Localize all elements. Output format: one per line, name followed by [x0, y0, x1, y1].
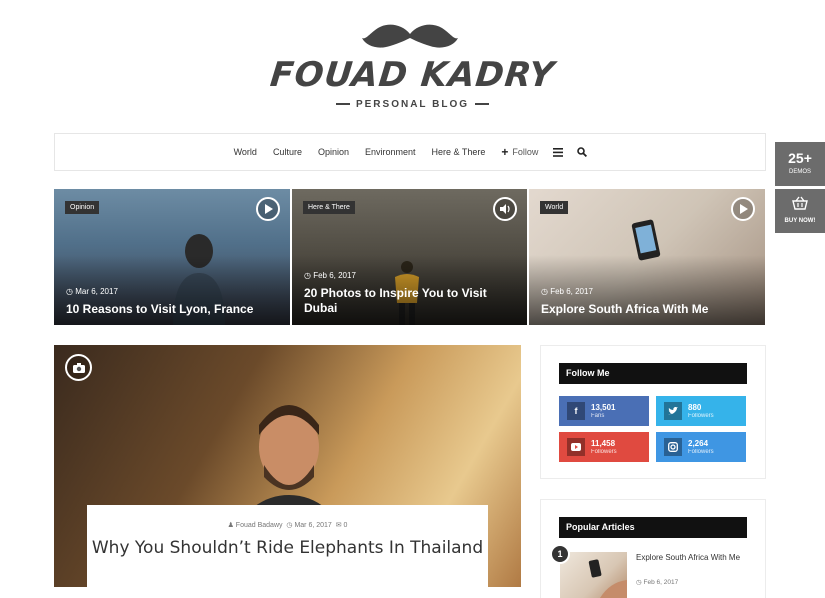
instagram-count: 2,264	[688, 438, 709, 448]
featured-card[interactable]: Opinion ◷ Mar 6, 2017 10 Reasons to Visi…	[54, 189, 290, 325]
widget-title: Follow Me	[559, 363, 747, 384]
nav-item-world[interactable]: World	[234, 147, 257, 157]
post-title[interactable]: Explore South Africa With Me	[541, 302, 753, 317]
demos-count: 25+	[788, 150, 812, 166]
category-tag[interactable]: World	[540, 201, 569, 214]
nav-item-environment[interactable]: Environment	[365, 147, 416, 157]
audio-icon[interactable]	[493, 197, 517, 221]
twitter-label: Followers	[688, 412, 714, 419]
follow-widget: Follow Me f 13,501 Fans 880 Followers 11,4…	[540, 345, 766, 479]
main-article-card[interactable]: ♟ Fouad Badawy ◷ Mar 6, 2017 ✉ 0 Why You…	[54, 345, 521, 587]
post-date: ◷ Mar 6, 2017	[66, 287, 118, 296]
menu-icon[interactable]	[551, 145, 565, 159]
user-icon: ♟	[227, 522, 234, 529]
youtube-button[interactable]: 11,458 Followers	[559, 432, 649, 462]
nav-item-here-and-there[interactable]: Here & There	[432, 147, 486, 157]
facebook-button[interactable]: f 13,501 Fans	[559, 396, 649, 426]
buy-now-label: BUY NOW!	[784, 218, 816, 224]
facebook-icon: f	[567, 402, 585, 420]
popular-article-title[interactable]: Explore South Africa With Me	[636, 552, 746, 563]
play-icon[interactable]	[256, 197, 280, 221]
article-date: Mar 6, 2017	[294, 522, 332, 529]
site-header: FOUAD KADRY PERSONAL BLOG	[0, 0, 825, 130]
play-icon[interactable]	[731, 197, 755, 221]
site-title[interactable]: FOUAD KADRY	[0, 55, 825, 95]
basket-icon	[792, 196, 808, 210]
instagram-label: Followers	[688, 448, 714, 455]
follow-button[interactable]: + Follow	[501, 145, 538, 159]
popular-articles-widget: Popular Articles 1 Explore South Africa …	[540, 499, 766, 598]
follow-label: Follow	[512, 147, 539, 157]
article-author[interactable]: Fouad Badawy	[236, 522, 283, 529]
post-date: ◷ Feb 6, 2017	[541, 287, 593, 296]
article-title[interactable]: Why You Shouldn’t Ride Elephants In Thai…	[87, 537, 488, 559]
twitter-icon	[664, 402, 682, 420]
category-tag[interactable]: Here & There	[303, 201, 355, 214]
mustache-logo-icon[interactable]	[362, 22, 458, 52]
nav-item-opinion[interactable]: Opinion	[318, 147, 349, 157]
popular-article-date-text: Feb 6, 2017	[643, 579, 679, 586]
widget-title: Popular Articles	[559, 517, 747, 538]
article-meta: ♟ Fouad Badawy ◷ Mar 6, 2017 ✉ 0	[87, 521, 488, 529]
popular-rank-badge: 1	[550, 544, 570, 564]
popular-article-date: ◷ Feb 6, 2017	[636, 579, 679, 586]
article-summary-box: ♟ Fouad Badawy ◷ Mar 6, 2017 ✉ 0 Why You…	[87, 505, 488, 587]
post-date: ◷ Feb 6, 2017	[304, 271, 356, 280]
post-title[interactable]: 20 Photos to Inspire You to Visit Dubai	[304, 286, 515, 316]
divider	[475, 103, 490, 106]
popular-article-thumbnail[interactable]	[560, 552, 627, 598]
thumbnail-illustration	[588, 559, 627, 598]
demos-label: DEMOS	[788, 169, 811, 175]
youtube-count: 11,458	[591, 438, 616, 448]
main-nav: World Culture Opinion Environment Here &…	[54, 133, 766, 171]
comment-icon: ✉	[335, 522, 342, 529]
buy-now-button[interactable]: BUY NOW!	[775, 189, 825, 233]
site-subtitle-text: PERSONAL BLOG	[355, 99, 470, 110]
instagram-button[interactable]: 2,264 Followers	[656, 432, 746, 462]
camera-icon[interactable]	[65, 354, 92, 381]
plus-icon: +	[501, 145, 509, 159]
featured-card[interactable]: World ◷ Feb 6, 2017 Explore South Africa…	[529, 189, 765, 325]
post-title[interactable]: 10 Reasons to Visit Lyon, France	[66, 302, 278, 317]
instagram-icon	[664, 438, 682, 456]
featured-card[interactable]: Here & There ◷ Feb 6, 2017 20 Photos to …	[292, 189, 527, 325]
clock-icon: ◷	[286, 522, 293, 529]
twitter-count: 880	[688, 402, 702, 412]
facebook-label: Fans	[591, 412, 605, 419]
site-subtitle: PERSONAL BLOG	[0, 99, 825, 110]
nav-item-culture[interactable]: Culture	[273, 147, 302, 157]
demos-button[interactable]: 25+ DEMOS	[775, 142, 825, 186]
post-date-text: Feb 6, 2017	[313, 271, 356, 280]
category-tag[interactable]: Opinion	[65, 201, 100, 214]
article-comments[interactable]: 0	[344, 522, 348, 529]
search-icon[interactable]	[575, 145, 589, 159]
youtube-icon	[567, 438, 585, 456]
post-date-text: Mar 6, 2017	[75, 287, 118, 296]
twitter-button[interactable]: 880 Followers	[656, 396, 746, 426]
facebook-count: 13,501	[591, 402, 616, 412]
divider	[335, 103, 350, 106]
youtube-label: Followers	[591, 448, 617, 455]
post-date-text: Feb 6, 2017	[550, 287, 593, 296]
